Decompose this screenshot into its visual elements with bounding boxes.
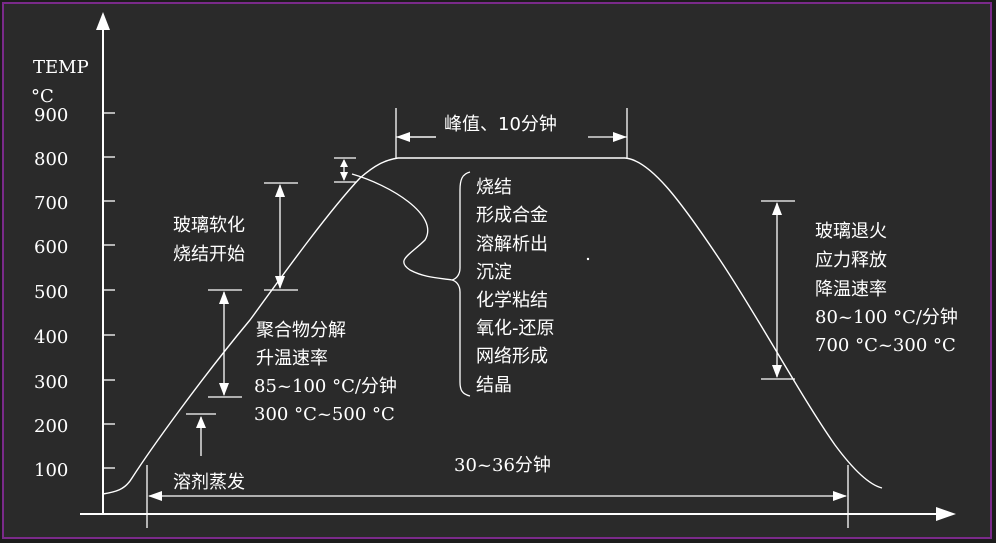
anneal-label-5: 700 °C~300 °C <box>815 335 956 356</box>
x-axis-arrowhead <box>936 507 956 521</box>
pointer-line <box>351 173 453 281</box>
y-tick-label: 100 <box>34 460 68 481</box>
polymer-dimension <box>208 289 242 398</box>
polymer-label-4: 300 °C~500 °C <box>254 404 395 425</box>
sinter-item: 溶解析出 <box>476 234 548 255</box>
glass-soften-label-2: 烧结开始 <box>173 244 245 265</box>
flux-marker <box>186 413 216 456</box>
y-tick-marks <box>103 112 115 469</box>
stray-dot <box>586 257 590 261</box>
y-tick-label: 400 <box>34 327 68 348</box>
duration-label: 30~36分钟 <box>454 455 551 476</box>
sinter-item: 形成合金 <box>476 205 548 226</box>
sinter-item: 氧化-还原 <box>476 318 555 339</box>
anneal-label-4: 80~100 °C/分钟 <box>815 307 958 328</box>
y-tick-label: 200 <box>34 416 68 437</box>
glass-soften-label-1: 玻璃软化 <box>173 215 245 236</box>
anneal-dimension <box>761 200 795 380</box>
y-tick-labels: 900 800 700 600 500 400 300 200 100 <box>34 105 68 481</box>
polymer-label-3: 85~100 °C/分钟 <box>254 376 397 397</box>
y-tick-label: 800 <box>34 149 68 170</box>
firing-profile-diagram: TEMP °C 900 800 700 600 500 400 300 200 … <box>31 12 958 528</box>
sinter-item: 网络形成 <box>476 346 548 367</box>
anneal-label-1: 玻璃退火 <box>815 221 887 242</box>
anneal-label-2: 应力释放 <box>815 250 887 271</box>
polymer-label-2: 升温速率 <box>256 348 328 369</box>
y-axis-arrowhead <box>96 12 110 30</box>
flux-label: 溶剂蒸发 <box>173 472 245 493</box>
y-tick-label: 300 <box>34 372 68 393</box>
y-tick-label: 700 <box>34 193 68 214</box>
peak-gap-marker <box>334 157 356 183</box>
y-tick-label: 900 <box>34 105 68 126</box>
glass-soften-dimension <box>264 182 298 291</box>
y-tick-label: 600 <box>34 237 68 258</box>
sinter-process-list: 烧结 形成合金 溶解析出 沉淀 化学粘结 氧化-还原 网络形成 结晶 <box>476 177 555 396</box>
y-axis-title: TEMP <box>33 57 89 78</box>
sinter-bracket <box>451 171 471 397</box>
sinter-item: 结晶 <box>476 375 512 396</box>
y-tick-label: 500 <box>34 282 68 303</box>
sinter-item: 化学粘结 <box>476 290 548 311</box>
polymer-label-1: 聚合物分解 <box>256 320 346 341</box>
peak-label: 峰值、10分钟 <box>444 114 557 135</box>
sinter-item: 沉淀 <box>476 262 512 283</box>
anneal-label-3: 降温速率 <box>815 279 887 300</box>
sinter-item: 烧结 <box>476 177 512 198</box>
y-axis-unit: °C <box>31 86 54 107</box>
